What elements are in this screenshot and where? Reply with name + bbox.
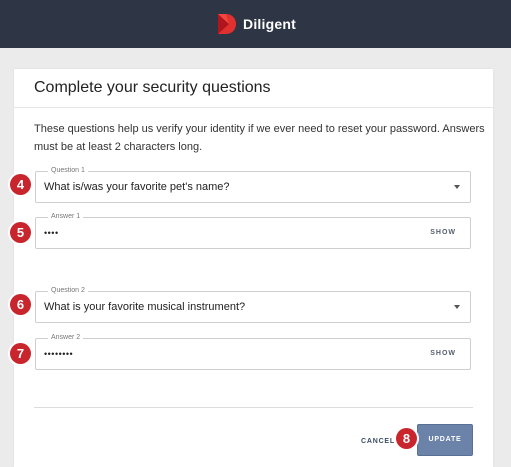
step-marker-5: 5 <box>10 222 31 243</box>
top-bar: Diligent <box>0 0 511 48</box>
question-2-select[interactable]: Question 2 What is your favorite musical… <box>35 286 471 323</box>
answer-2-field[interactable]: Answer 2 •••••••• SHOW <box>35 333 471 370</box>
diligent-logo-icon <box>218 14 237 34</box>
question-2-value: What is your favorite musical instrument… <box>44 301 246 313</box>
cancel-button[interactable]: CANCEL <box>361 434 395 450</box>
brand-name: Diligent <box>243 16 296 32</box>
step-marker-7: 7 <box>10 343 31 364</box>
answer-2-value[interactable]: •••••••• <box>44 339 73 369</box>
question-1-select[interactable]: Question 1 What is/was your favorite pet… <box>35 166 471 203</box>
title-divider <box>14 107 493 108</box>
update-button[interactable]: UPDATE <box>417 424 473 456</box>
actions-divider <box>34 407 473 408</box>
question-1-value: What is/was your favorite pet's name? <box>44 181 230 193</box>
page-title: Complete your security questions <box>34 79 271 96</box>
intro-text: These questions help us verify your iden… <box>34 123 485 153</box>
chevron-down-icon <box>454 185 460 189</box>
brand[interactable]: Diligent <box>215 13 296 35</box>
step-marker-6: 6 <box>10 294 31 315</box>
show-answer-2-button[interactable]: SHOW <box>430 339 456 369</box>
show-answer-1-button[interactable]: SHOW <box>430 218 456 248</box>
security-questions-card: Complete your security questions These q… <box>14 69 493 467</box>
step-marker-8: 8 <box>396 428 417 449</box>
chevron-down-icon <box>454 305 460 309</box>
answer-1-field[interactable]: Answer 1 •••• SHOW <box>35 212 471 249</box>
step-marker-4: 4 <box>10 174 31 195</box>
answer-1-value[interactable]: •••• <box>44 218 59 248</box>
